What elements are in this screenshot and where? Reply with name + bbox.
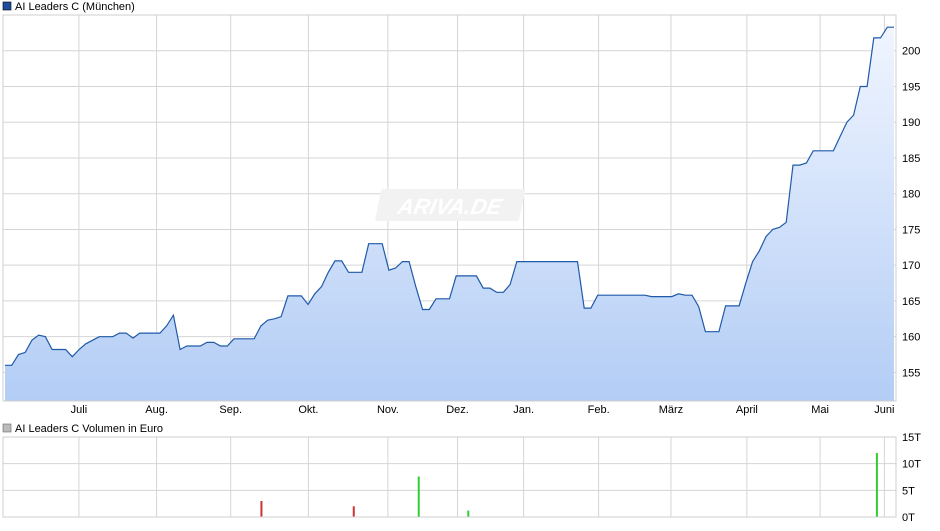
volume-legend-swatch (2, 423, 12, 433)
price-x-ticks: Juli Aug. Sep. Okt. Nov. Dez. Jan. Feb. März Apri… (71, 404, 895, 416)
chart-container: AI Leaders C (München) 155 160 165 170 175 18… (0, 0, 940, 526)
volume-y-tick-label: 0T (902, 512, 915, 524)
volume-grid (3, 436, 896, 518)
volume-bars (260, 453, 878, 517)
volume-y-tick-label: 10T (902, 459, 921, 471)
volume-bar (417, 476, 420, 517)
price-x-tick-label: Feb. (588, 404, 610, 416)
chart-svg: AI Leaders C (München) 155 160 165 170 175 18… (2, 1, 921, 524)
price-y-tick-label: 200 (902, 46, 920, 58)
volume-chart-title: AI Leaders C Volumen in Euro (15, 423, 163, 435)
volume-bar (260, 501, 263, 517)
price-x-tick-label: Juli (71, 404, 88, 416)
price-x-tick-label: Aug. (145, 404, 168, 416)
price-y-tick-label: 185 (902, 153, 920, 165)
price-x-tick-label: Dez. (446, 404, 469, 416)
volume-bar (467, 510, 470, 517)
price-x-tick-label: Juni (874, 404, 894, 416)
price-y-tick-label: 155 (902, 367, 920, 379)
volume-plot-frame (2, 436, 897, 518)
svg-text:ARIVA.DE: ARIVA.DE (395, 194, 506, 219)
volume-y-ticks: 0T 5T 10T 15T (902, 432, 921, 524)
price-y-tick-label: 160 (902, 332, 920, 344)
price-y-tick-label: 180 (902, 189, 920, 201)
price-y-ticks: 155 160 165 170 175 180 185 190 195 200 (902, 46, 920, 380)
price-y-tick-label: 170 (902, 260, 920, 272)
volume-bar (875, 453, 878, 517)
price-legend-swatch (2, 1, 12, 11)
volume-bar (352, 506, 355, 517)
price-y-tick-label: 175 (902, 224, 920, 236)
price-x-tick-label: Nov. (377, 404, 399, 416)
price-x-tick-label: März (659, 404, 683, 416)
price-y-tick-label: 165 (902, 296, 920, 308)
price-x-tick-label: Mai (811, 404, 829, 416)
price-x-tick-label: Okt. (298, 404, 318, 416)
volume-y-tick-label: 5T (902, 485, 915, 497)
price-chart-title: AI Leaders C (München) (15, 1, 135, 13)
price-x-tick-label: Jan. (513, 404, 534, 416)
price-y-tick-label: 190 (902, 117, 920, 129)
price-x-tick-label: Sep. (219, 404, 242, 416)
watermark: ARIVA.DE (375, 189, 526, 221)
price-y-tick-label: 195 (902, 81, 920, 93)
volume-y-tick-label: 15T (902, 432, 921, 444)
price-x-tick-label: April (736, 404, 758, 416)
